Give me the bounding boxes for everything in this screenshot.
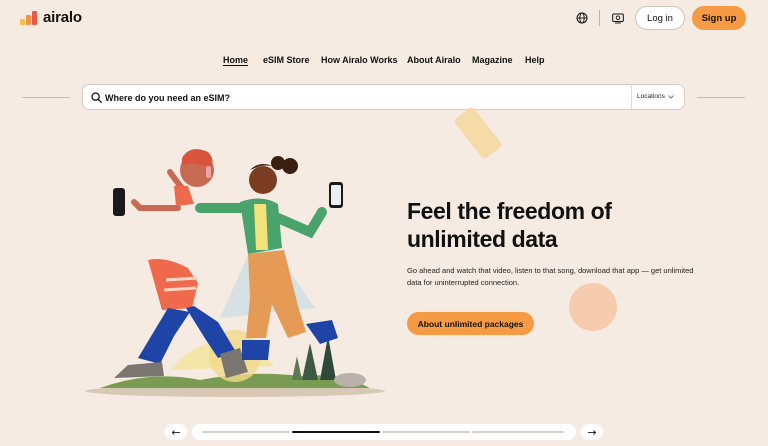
header-divider bbox=[599, 10, 600, 26]
nav-how-airalo-works[interactable]: How Airalo Works bbox=[321, 55, 398, 65]
decorative-stripe bbox=[453, 105, 503, 161]
logo-text: airalo bbox=[43, 9, 82, 26]
nav-magazine[interactable]: Magazine bbox=[472, 55, 513, 65]
search-rule-left bbox=[22, 97, 70, 98]
hero-subtitle: Go ahead and watch that video, listen to… bbox=[407, 266, 694, 287]
destination-search-bar[interactable]: Locations bbox=[82, 84, 685, 110]
login-button[interactable]: Log in bbox=[635, 6, 685, 30]
locations-label: Locations bbox=[637, 93, 665, 100]
logo-mark-icon bbox=[20, 10, 37, 25]
decorative-circle bbox=[569, 283, 617, 331]
carousel-next-button[interactable]: → bbox=[581, 424, 603, 440]
globe-icon[interactable] bbox=[576, 12, 588, 24]
carousel-segment-4[interactable] bbox=[472, 431, 564, 433]
carousel-segment-2[interactable] bbox=[292, 431, 380, 433]
about-unlimited-packages-button[interactable]: About unlimited packages bbox=[407, 312, 534, 335]
nav-home[interactable]: Home bbox=[223, 55, 248, 65]
carousel-segment-3[interactable] bbox=[382, 431, 470, 433]
search-input[interactable] bbox=[105, 90, 605, 105]
search-icon bbox=[91, 92, 102, 103]
signup-button[interactable]: Sign up bbox=[692, 6, 746, 30]
main-nav: Home eSIM Store How Airalo Works About A… bbox=[0, 55, 768, 67]
hero-title: Feel the freedom of unlimited data bbox=[407, 198, 612, 252]
hero-illustration bbox=[85, 149, 385, 397]
nav-about-airalo[interactable]: About Airalo bbox=[407, 55, 461, 65]
nav-esim-store[interactable]: eSIM Store bbox=[263, 55, 310, 65]
locations-divider bbox=[631, 85, 632, 109]
carousel-segment-1[interactable] bbox=[202, 431, 290, 433]
search-rule-right bbox=[697, 97, 745, 98]
nav-help[interactable]: Help bbox=[525, 55, 545, 65]
airalo-logo[interactable]: airalo bbox=[20, 9, 82, 26]
carousel-prev-button[interactable]: ← bbox=[165, 424, 187, 440]
currency-icon[interactable] bbox=[612, 12, 624, 24]
chevron-down-icon bbox=[668, 94, 674, 99]
locations-dropdown[interactable]: Locations bbox=[637, 93, 674, 100]
carousel-progress bbox=[192, 424, 576, 440]
